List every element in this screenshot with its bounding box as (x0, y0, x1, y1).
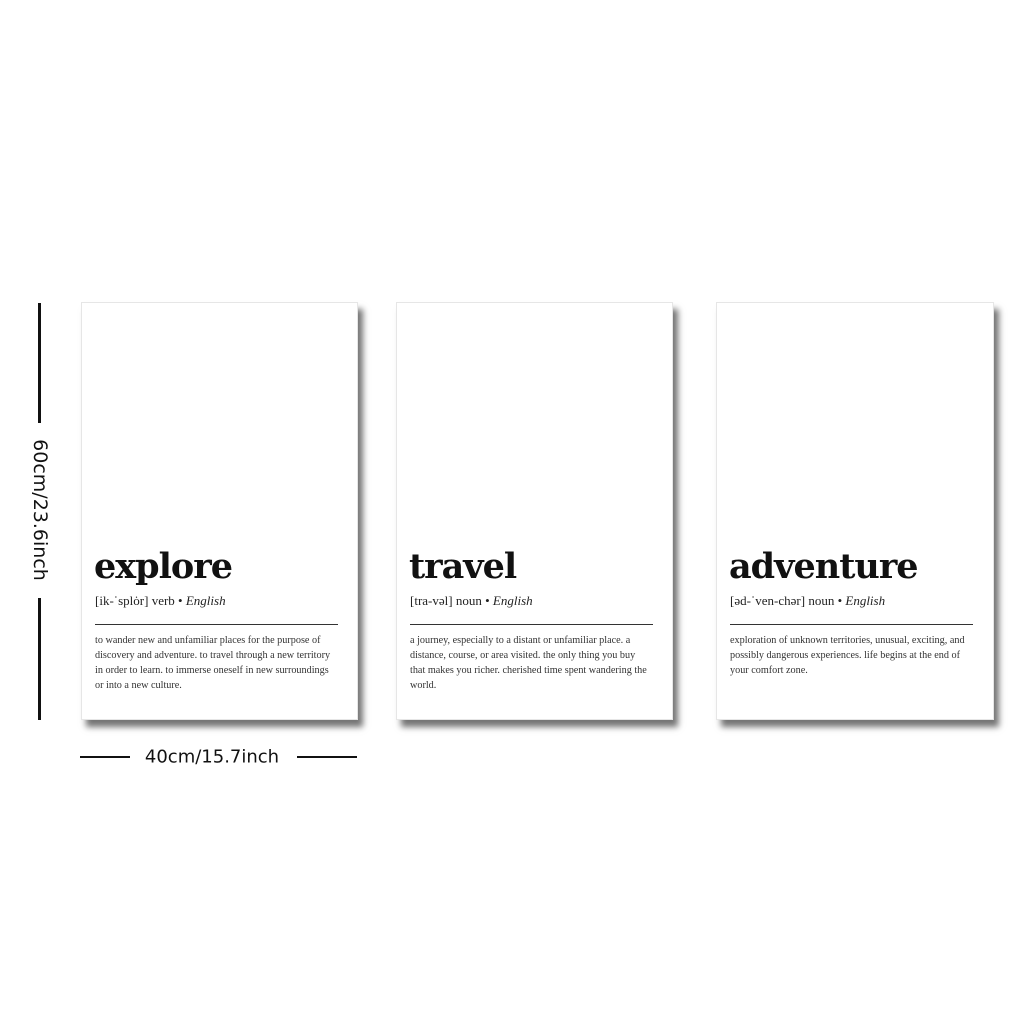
divider (95, 624, 338, 625)
poster-pronunciation-line: [tra-vəl] noun • English (410, 593, 533, 609)
poster-pronunciation-line: [ik-ˈsplȯr] verb • English (95, 593, 226, 609)
width-dimension-label: 40cm/15.7inch (144, 746, 280, 768)
width-dimension-line-left (80, 756, 130, 758)
height-dimension-label: 60cm/23.6inch (29, 439, 51, 581)
poster-word: explore (94, 546, 233, 587)
width-dimension-line-right (297, 756, 357, 758)
divider (410, 624, 653, 625)
poster-pronunciation-line: [əd-ˈven-chər] noun • English (730, 593, 885, 609)
part-of-speech: verb (151, 593, 175, 608)
language: English (492, 593, 533, 608)
part-of-speech: noun (455, 593, 482, 608)
language: English (185, 593, 226, 608)
poster-adventure: adventure [əd-ˈven-chər] noun • English … (716, 302, 994, 720)
poster-word: adventure (729, 546, 919, 587)
bullet: • (837, 593, 843, 608)
product-image: 60cm/23.6inch 40cm/15.7inch explore [ik-… (0, 0, 1024, 1024)
poster-word: travel (409, 546, 517, 587)
bullet: • (178, 593, 183, 608)
pronunciation: [tra-vəl] (410, 593, 453, 608)
poster-definition: to wander new and unfamiliar places for … (95, 635, 331, 691)
poster-explore: explore [ik-ˈsplȯr] verb • English to wa… (81, 302, 358, 720)
part-of-speech: noun (808, 593, 835, 608)
divider (730, 624, 973, 625)
poster-definition: exploration of unknown territories, unus… (730, 635, 965, 676)
pronunciation: [əd-ˈven-chər] (730, 593, 806, 608)
poster-travel: travel [tra-vəl] noun • English a journe… (396, 302, 673, 720)
poster-definition: a journey, especially to a distant or un… (410, 635, 647, 691)
pronunciation: [ik-ˈsplȯr] (95, 593, 149, 608)
height-dimension-line-top (38, 303, 41, 423)
bullet: • (485, 593, 490, 608)
language: English (845, 593, 886, 608)
height-dimension-line-bottom (38, 598, 41, 720)
